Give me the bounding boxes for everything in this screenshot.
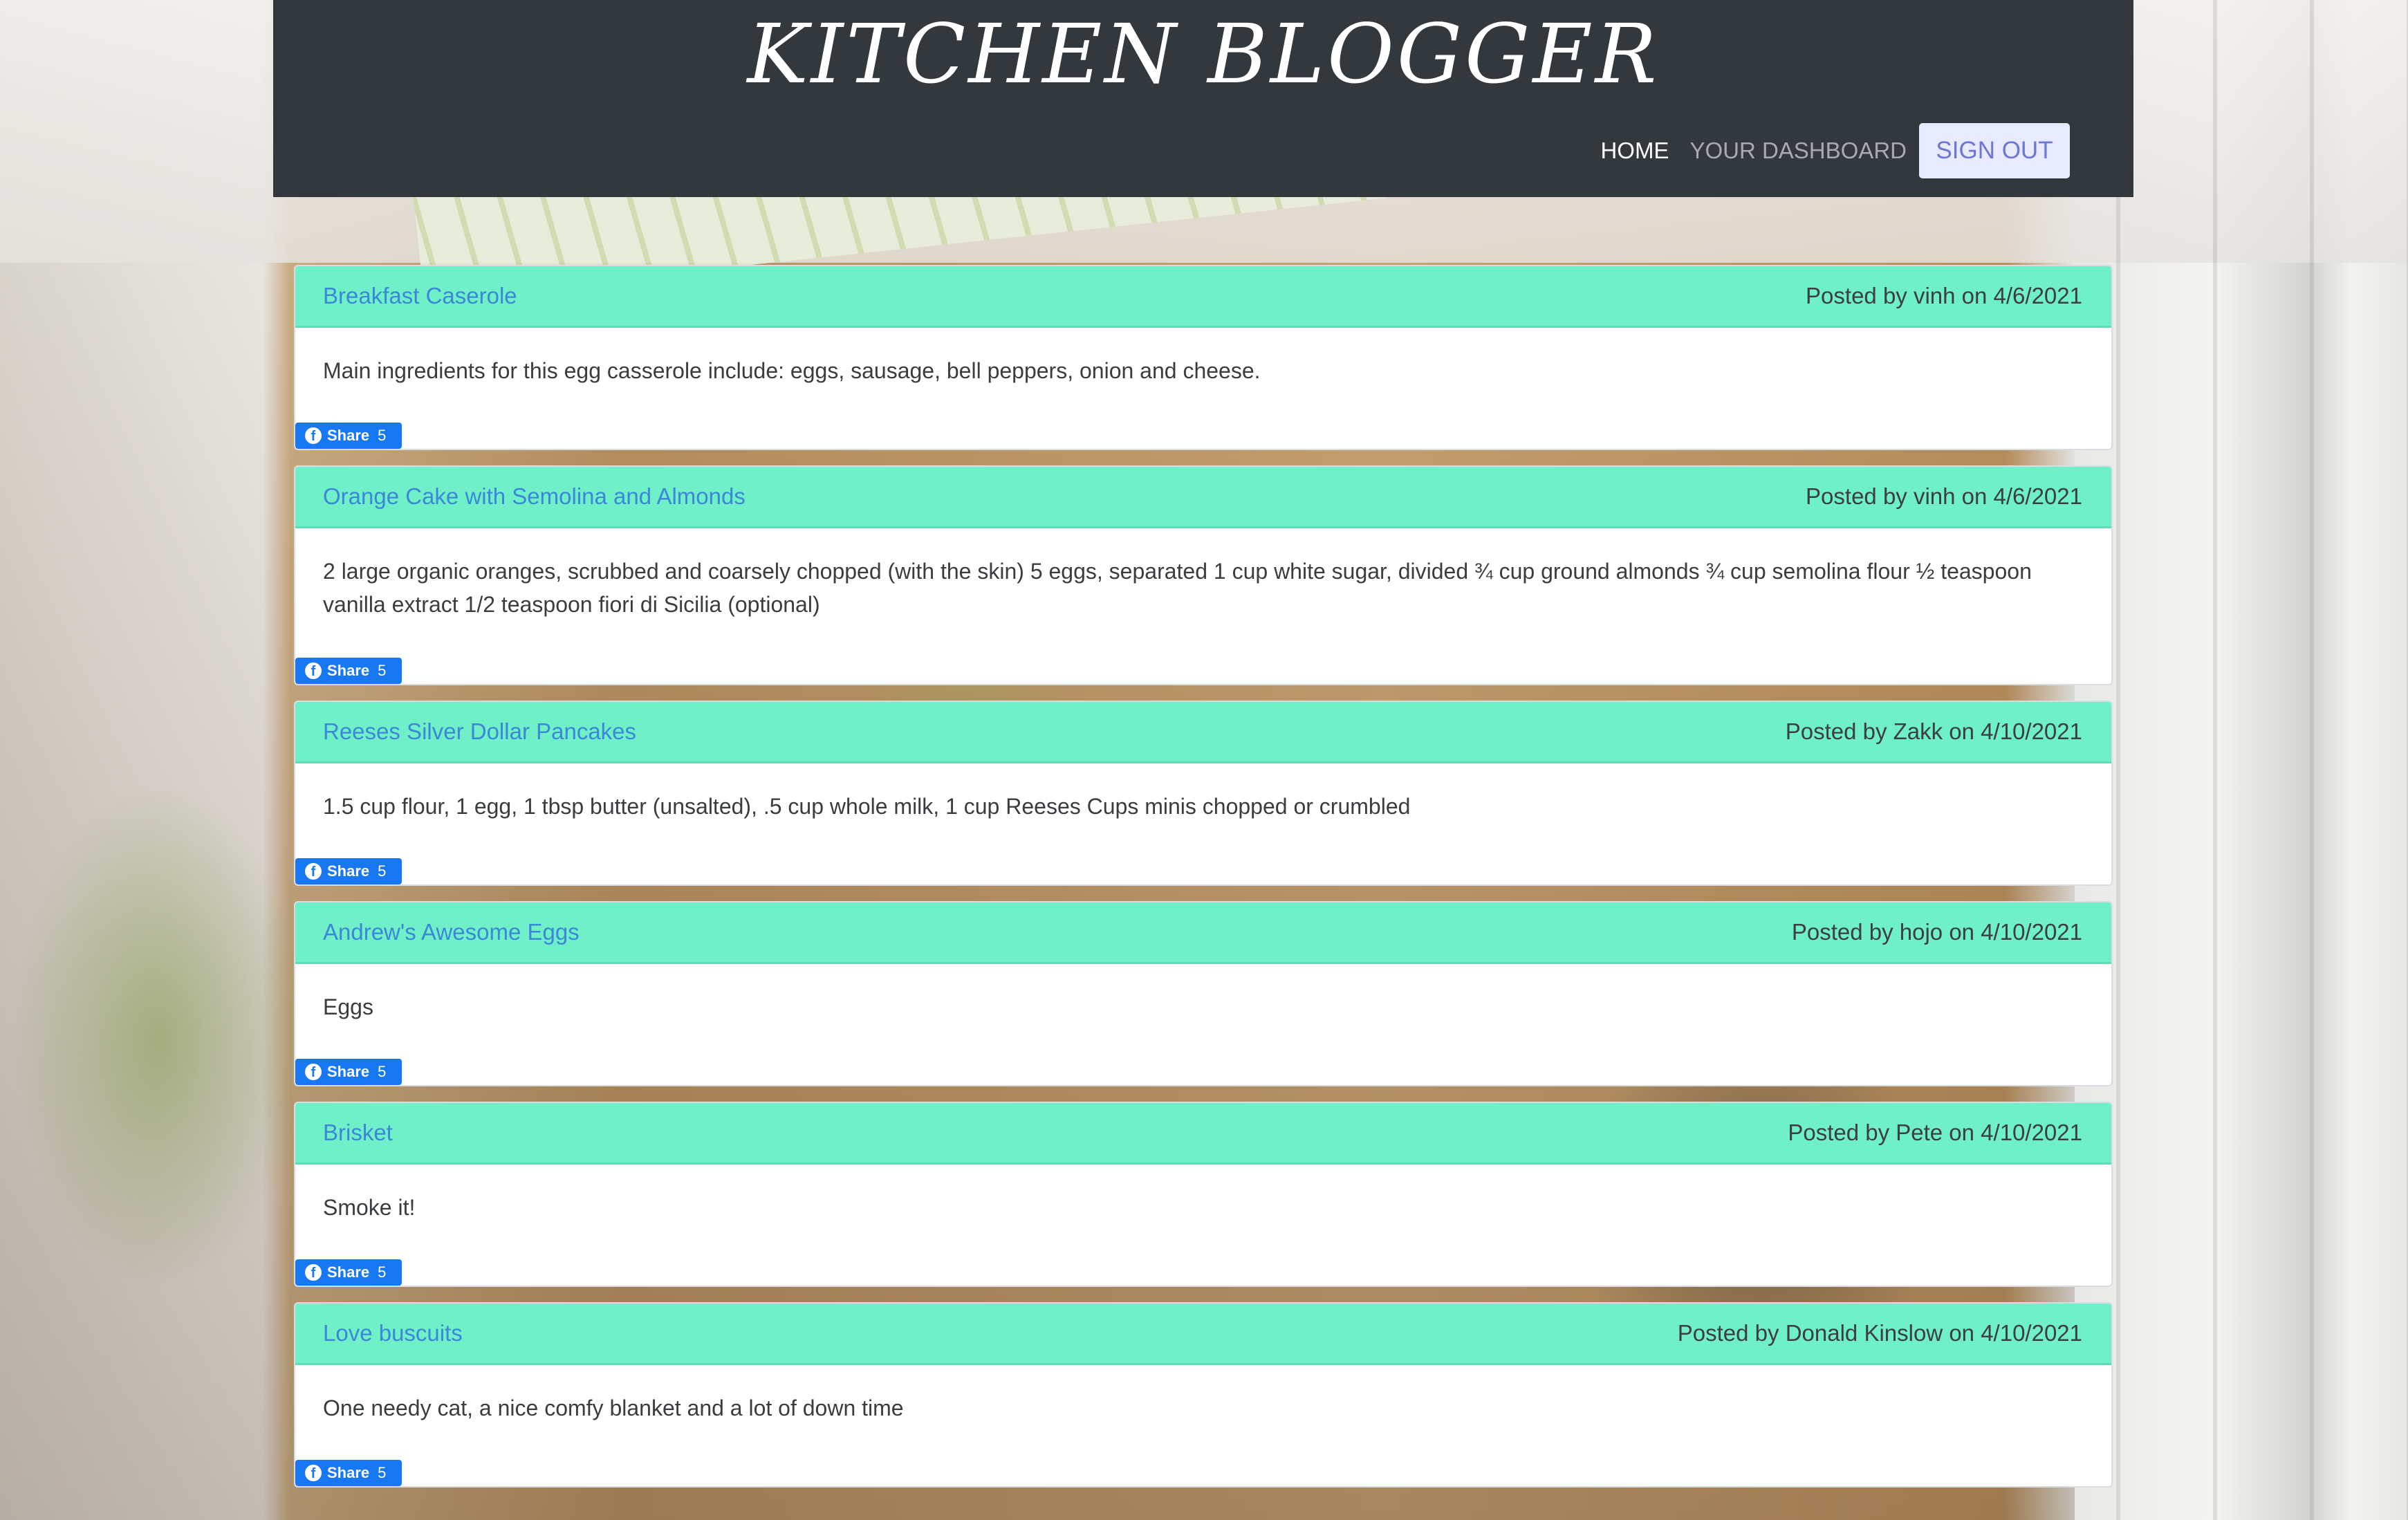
post-meta: Posted by Zakk on 4/10/2021 bbox=[1785, 719, 2082, 744]
post-list: Breakfast Caserole Posted by vinh on 4/6… bbox=[294, 265, 2113, 1503]
post-header: Brisket Posted by Pete on 4/10/2021 bbox=[295, 1103, 2111, 1165]
facebook-share-button[interactable]: f Share 5 bbox=[295, 858, 402, 884]
post-meta: Posted by Donald Kinslow on 4/10/2021 bbox=[1677, 1320, 2082, 1346]
share-count: 5 bbox=[378, 1263, 387, 1281]
post-card: Orange Cake with Semolina and Almonds Po… bbox=[294, 465, 2113, 685]
share-label: Share bbox=[327, 1263, 370, 1281]
post-body: Main ingredients for this egg casserole … bbox=[323, 358, 1261, 383]
post-title-link[interactable]: Andrew's Awesome Eggs bbox=[323, 919, 580, 945]
share-label: Share bbox=[327, 427, 370, 444]
wood-panel bbox=[2075, 0, 2408, 1520]
post-header: Andrew's Awesome Eggs Posted by hojo on … bbox=[295, 902, 2111, 964]
post-card: Reeses Silver Dollar Pancakes Posted by … bbox=[294, 701, 2113, 886]
facebook-icon: f bbox=[305, 427, 322, 444]
share-label: Share bbox=[327, 1464, 370, 1481]
post-meta: Posted by vinh on 4/6/2021 bbox=[1806, 283, 2082, 308]
facebook-icon: f bbox=[305, 662, 322, 679]
share-count: 5 bbox=[378, 862, 387, 880]
post-body: Eggs bbox=[323, 994, 373, 1019]
post-body: One needy cat, a nice comfy blanket and … bbox=[323, 1396, 904, 1420]
share-count: 5 bbox=[378, 1063, 387, 1080]
post-body: 2 large organic oranges, scrubbed and co… bbox=[323, 559, 2032, 617]
share-count: 5 bbox=[378, 427, 387, 444]
facebook-icon: f bbox=[305, 1264, 322, 1281]
share-label: Share bbox=[327, 662, 370, 679]
facebook-share-button[interactable]: f Share 5 bbox=[295, 1259, 402, 1286]
share-count: 5 bbox=[378, 662, 387, 679]
post-title-link[interactable]: Reeses Silver Dollar Pancakes bbox=[323, 719, 636, 745]
post-meta: Posted by vinh on 4/6/2021 bbox=[1806, 483, 2082, 509]
post-meta: Posted by hojo on 4/10/2021 bbox=[1791, 919, 2082, 945]
share-label: Share bbox=[327, 1063, 370, 1080]
facebook-icon: f bbox=[305, 863, 322, 880]
post-card: Breakfast Caserole Posted by vinh on 4/6… bbox=[294, 265, 2113, 450]
post-body: 1.5 cup flour, 1 egg, 1 tbsp butter (uns… bbox=[323, 794, 1411, 819]
facebook-share-button[interactable]: f Share 5 bbox=[295, 1460, 402, 1486]
site-title: KITCHEN BLOGGER bbox=[747, 6, 1660, 102]
share-label: Share bbox=[327, 862, 370, 880]
post-title-link[interactable]: Brisket bbox=[323, 1120, 393, 1146]
post-body: Smoke it! bbox=[323, 1195, 416, 1220]
post-card: Brisket Posted by Pete on 4/10/2021 Smok… bbox=[294, 1102, 2113, 1287]
post-header: Breakfast Caserole Posted by vinh on 4/6… bbox=[295, 266, 2111, 328]
facebook-share-button[interactable]: f Share 5 bbox=[295, 423, 402, 449]
site-header: KITCHEN BLOGGER HOME YOUR DASHBOARD SIGN… bbox=[273, 0, 2133, 197]
facebook-share-button[interactable]: f Share 5 bbox=[295, 1059, 402, 1085]
post-title-link[interactable]: Breakfast Caserole bbox=[323, 283, 517, 309]
share-count: 5 bbox=[378, 1464, 387, 1481]
nav-home-link[interactable]: HOME bbox=[1600, 137, 1669, 165]
post-header: Reeses Silver Dollar Pancakes Posted by … bbox=[295, 702, 2111, 763]
post-card: Love buscuits Posted by Donald Kinslow o… bbox=[294, 1302, 2113, 1487]
post-card: Andrew's Awesome Eggs Posted by hojo on … bbox=[294, 901, 2113, 1086]
post-title-link[interactable]: Orange Cake with Semolina and Almonds bbox=[323, 483, 745, 510]
nav-dashboard-link[interactable]: YOUR DASHBOARD bbox=[1689, 137, 1907, 165]
post-title-link[interactable]: Love buscuits bbox=[323, 1320, 463, 1346]
post-header: Love buscuits Posted by Donald Kinslow o… bbox=[295, 1304, 2111, 1365]
sign-out-button[interactable]: SIGN OUT bbox=[1919, 123, 2070, 178]
main-nav: HOME YOUR DASHBOARD SIGN OUT bbox=[1600, 123, 2070, 178]
post-meta: Posted by Pete on 4/10/2021 bbox=[1788, 1120, 2082, 1145]
facebook-share-button[interactable]: f Share 5 bbox=[295, 658, 402, 684]
facebook-icon: f bbox=[305, 1064, 322, 1080]
post-header: Orange Cake with Semolina and Almonds Po… bbox=[295, 467, 2111, 528]
facebook-icon: f bbox=[305, 1465, 322, 1481]
